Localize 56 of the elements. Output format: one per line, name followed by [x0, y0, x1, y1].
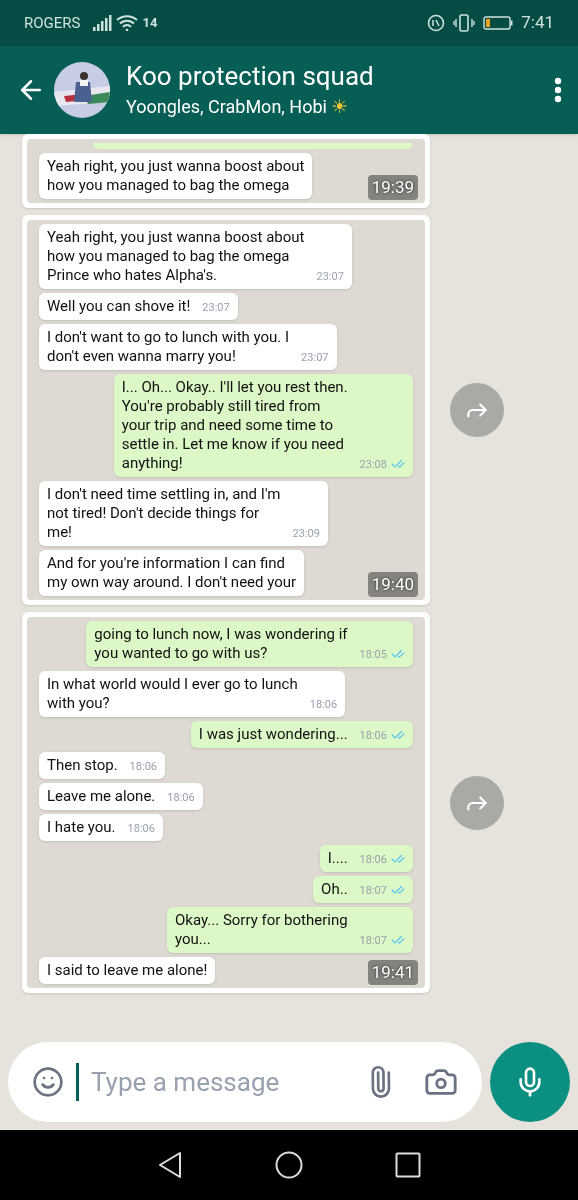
message-time: 18:06 [167, 789, 195, 806]
message-time: 18:05 [359, 646, 387, 663]
back-nav-icon[interactable] [157, 1151, 183, 1179]
image-time: 19:41 [367, 959, 418, 985]
menu-button[interactable] [554, 77, 562, 103]
message-time: 23:07 [316, 268, 344, 285]
message-time: 23:09 [292, 525, 320, 542]
chat-members: Yoongles, CrabMon, Hobi [126, 94, 327, 119]
vibrate-icon [453, 14, 476, 32]
message-time: 18:06 [127, 820, 155, 837]
message-text: going to lunch now, I was wondering if you wanted to go with us? [94, 625, 348, 663]
emoji-icon [32, 1066, 64, 1098]
message-text: Then stop. [47, 756, 118, 775]
clock: 7:41 [521, 11, 554, 35]
chat-title: Koo protection squad [126, 59, 374, 92]
more-icon [554, 77, 562, 103]
message-text: I... Oh... Okay.. I'll let you rest then. You're probably still tired from your trip and need some time to settle in. Let me know if you need anything! [121, 378, 348, 473]
message-time: 18:06 [359, 727, 387, 744]
home-nav-icon[interactable] [275, 1151, 303, 1179]
message-text: And for you're information I can find my own way around. I don't need your [47, 554, 297, 592]
image-message[interactable]: Yeah right, you just wanna boost about how you managed to bag the omega 19:39 [22, 134, 430, 208]
image-message[interactable] [22, 215, 430, 605]
message-text: Well you can shove it! [47, 297, 191, 316]
message-text: Okay... Sorry for bothering you... [175, 911, 348, 949]
network-label: 14 [142, 14, 158, 33]
message-text: I hate you. [47, 818, 116, 837]
recents-nav-icon[interactable] [395, 1152, 421, 1178]
message-text: Oh.. [321, 880, 348, 899]
message-text: In what world would I ever go to lunch with you? [47, 675, 298, 713]
carrier-name: ROGERS [24, 12, 81, 34]
signal-icon [92, 15, 113, 31]
image-time: 19:39 [367, 174, 418, 200]
message-time: 18:06 [129, 758, 157, 775]
message-text: Yeah right, you just wanna boost about how you managed to bag the omega Prince who hates Alpha's. [47, 228, 305, 285]
message-text: Leave me alone. [47, 787, 156, 806]
sun-emoji: ☀ [330, 93, 348, 119]
message-text: Yeah right, you just wanna boost about how you managed to bag the omega [47, 157, 305, 195]
message-text: I was just wondering... [198, 725, 348, 744]
message-text: I said to leave me alone! [47, 961, 208, 980]
message-text: I don't need time settling in, and I'm not tired! Don't decide things for me! [47, 485, 281, 542]
group-avatar[interactable] [54, 62, 110, 118]
message-time: 23:07 [301, 349, 329, 366]
battery-icon [483, 16, 514, 30]
message-time: 18:06 [309, 696, 338, 713]
image-message[interactable] [22, 612, 430, 993]
message-text: I.... [327, 849, 348, 868]
message-time: 18:06 [359, 851, 387, 868]
data-saver-icon [427, 14, 446, 32]
message-time: 23:07 [202, 299, 230, 316]
message-time: 23:08 [359, 456, 387, 473]
message-placeholder: Type a message [91, 1065, 281, 1099]
message-text: I don't want to go to lunch with you. I don't even wanna marry you! [47, 328, 290, 366]
message-time: 18:07 [359, 932, 387, 949]
wifi-icon [116, 15, 139, 31]
image-time: 19:40 [367, 571, 418, 597]
message-time: 18:07 [359, 882, 387, 899]
